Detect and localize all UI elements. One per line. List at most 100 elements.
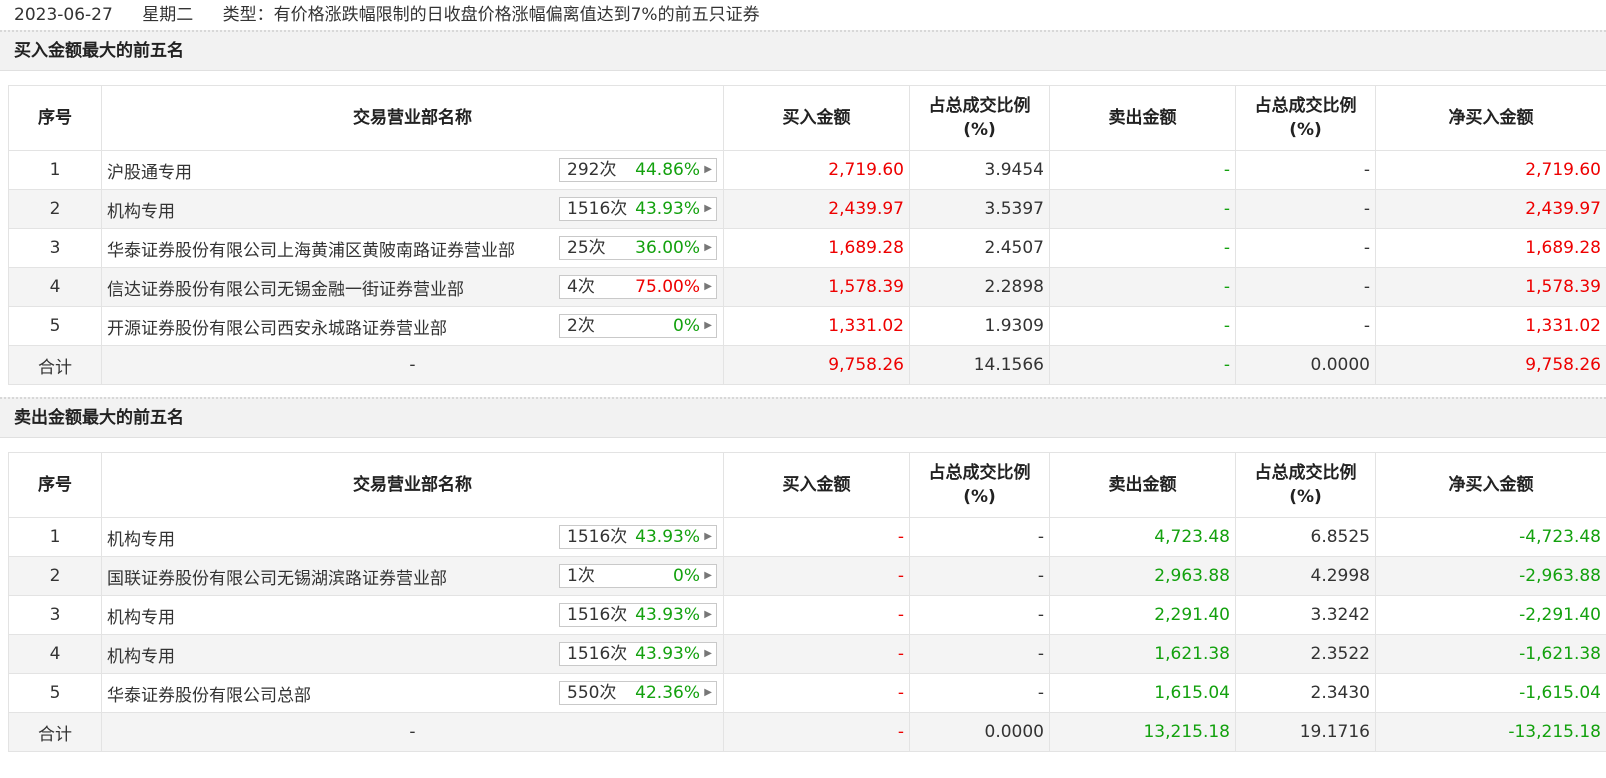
sell-ratio: 2.3522 — [1235, 634, 1376, 674]
buy-ratio: - — [909, 634, 1050, 674]
chevron-right-icon: ▶ — [704, 242, 712, 253]
branch-stats-badge[interactable]: 1516次 43.93% ▶ — [559, 603, 717, 627]
branch-stats-badge[interactable]: 292次 44.86% ▶ — [559, 158, 717, 182]
branch-name[interactable]: 国联证券股份有限公司无锡湖滨路证券营业部 — [107, 569, 447, 589]
branch-name-cell: 信达证券股份有限公司无锡金融一街证券营业部 4次 75.00% ▶ — [101, 267, 724, 307]
total-label: 合计 — [8, 712, 102, 752]
sell-amount: - — [1049, 267, 1236, 307]
branch-name-cell: 机构专用 1516次 43.93% ▶ — [101, 517, 724, 557]
header-line: 2023-06-27 星期二 类型：有价格涨跌幅限制的日收盘价格涨幅偏离值达到7… — [0, 0, 1606, 30]
buy-section-title: 买入金额最大的前五名 — [0, 30, 1606, 71]
row-index: 3 — [8, 595, 102, 635]
col-buy-amount: 买入金额 — [723, 85, 910, 151]
row-index: 5 — [8, 306, 102, 346]
branch-name-cell: 沪股通专用 292次 44.86% ▶ — [101, 150, 724, 190]
chevron-right-icon: ▶ — [704, 648, 712, 659]
sell-amount: 2,963.88 — [1049, 556, 1236, 596]
success-rate: 36.00% — [635, 238, 700, 258]
total-net-amount: 9,758.26 — [1375, 345, 1606, 385]
col-branch-name: 交易营业部名称 — [101, 452, 724, 518]
branch-stats-badge[interactable]: 2次 0% ▶ — [559, 314, 717, 338]
chevron-right-icon: ▶ — [704, 609, 712, 620]
branch-name-cell: 华泰证券股份有限公司总部 550次 42.36% ▶ — [101, 673, 724, 713]
buy-amount: 1,578.39 — [723, 267, 910, 307]
branch-name[interactable]: 开源证券股份有限公司西安永城路证券营业部 — [107, 319, 447, 339]
branch-name-cell: 机构专用 1516次 43.93% ▶ — [101, 634, 724, 674]
buy-ratio: - — [909, 517, 1050, 557]
buy-amount: 1,689.28 — [723, 228, 910, 268]
col-index: 序号 — [8, 85, 102, 151]
listing-count: 1516次 — [567, 644, 628, 664]
sell-section-title: 卖出金额最大的前五名 — [0, 397, 1606, 438]
branch-name-cell: 国联证券股份有限公司无锡湖滨路证券营业部 1次 0% ▶ — [101, 556, 724, 596]
listing-count: 1516次 — [567, 605, 628, 625]
buy-ratio: 3.9454 — [909, 150, 1050, 190]
total-sell-amount: 13,215.18 — [1049, 712, 1236, 752]
table-row: 2 机构专用 1516次 43.93% ▶ 2,439.97 3.5397- -2,439.9… — [8, 189, 1606, 229]
success-rate: 75.00% — [635, 277, 700, 297]
row-index: 5 — [8, 673, 102, 713]
net-amount: -4,723.48 — [1375, 517, 1606, 557]
branch-stats-badge[interactable]: 1516次 43.93% ▶ — [559, 642, 717, 666]
buy-ratio: - — [909, 556, 1050, 596]
table-row: 1 沪股通专用 292次 44.86% ▶ 2,719.60 3.9454- -2,719.6… — [8, 150, 1606, 190]
chevron-right-icon: ▶ — [704, 203, 712, 214]
total-label: 合计 — [8, 345, 102, 385]
col-index: 序号 — [8, 452, 102, 518]
branch-stats-badge[interactable]: 4次 75.00% ▶ — [559, 275, 717, 299]
net-amount: -2,291.40 — [1375, 595, 1606, 635]
branch-name[interactable]: 沪股通专用 — [107, 163, 192, 183]
sell-top5-table: 序号 交易营业部名称 买入金额 占总成交比例(%) 卖出金额 占总成交比例(%)… — [8, 452, 1606, 752]
row-index: 1 — [8, 517, 102, 557]
listing-count: 25次 — [567, 238, 606, 258]
total-sell-ratio: 19.1716 — [1235, 712, 1376, 752]
buy-ratio: 2.2898 — [909, 267, 1050, 307]
table-row: 4 信达证券股份有限公司无锡金融一街证券营业部 4次 75.00% ▶ 1,578.39 2… — [8, 267, 1606, 307]
buy-ratio: 2.4507 — [909, 228, 1050, 268]
total-row: 合计 -9,758.26 14.1566-0.0000 9,758.26 — [8, 345, 1606, 385]
total-row: 合计 - -0.0000 13,215.18 19.1716 -13,215.18 — [8, 712, 1606, 752]
total-buy-ratio: 0.0000 — [909, 712, 1050, 752]
success-rate: 43.93% — [635, 644, 700, 664]
sell-ratio: 2.3430 — [1235, 673, 1376, 713]
branch-name[interactable]: 机构专用 — [107, 647, 175, 667]
listing-count: 1516次 — [567, 527, 628, 547]
branch-name[interactable]: 机构专用 — [107, 530, 175, 550]
success-rate: 43.93% — [635, 527, 700, 547]
table-row: 3 华泰证券股份有限公司上海黄浦区黄陂南路证券营业部 25次 36.00% ▶ 1,689… — [8, 228, 1606, 268]
sell-ratio: - — [1235, 150, 1376, 190]
listing-count: 2次 — [567, 316, 595, 336]
sell-amount: - — [1049, 228, 1236, 268]
buy-amount: 2,439.97 — [723, 189, 910, 229]
row-index: 3 — [8, 228, 102, 268]
branch-name[interactable]: 信达证券股份有限公司无锡金融一街证券营业部 — [107, 280, 464, 300]
table-row: 1 机构专用 1516次 43.93% ▶ - -4,723.48 6.8525 -4,723.… — [8, 517, 1606, 557]
branch-stats-badge[interactable]: 1次 0% ▶ — [559, 564, 717, 588]
success-rate: 44.86% — [635, 160, 700, 180]
buy-ratio: 3.5397 — [909, 189, 1050, 229]
branch-stats-badge[interactable]: 1516次 43.93% ▶ — [559, 197, 717, 221]
branch-name[interactable]: 华泰证券股份有限公司上海黄浦区黄陂南路证券营业部 — [107, 241, 515, 261]
row-index: 1 — [8, 150, 102, 190]
branch-stats-badge[interactable]: 25次 36.00% ▶ — [559, 236, 717, 260]
col-buy-amount: 买入金额 — [723, 452, 910, 518]
branch-name[interactable]: 机构专用 — [107, 202, 175, 222]
trade-date: 2023-06-27 — [14, 5, 113, 25]
sell-ratio: 4.2998 — [1235, 556, 1376, 596]
branch-name[interactable]: 机构专用 — [107, 608, 175, 628]
listing-count: 292次 — [567, 160, 617, 180]
branch-stats-badge[interactable]: 550次 42.36% ▶ — [559, 681, 717, 705]
col-net-amount: 净买入金额 — [1375, 452, 1606, 518]
branch-name[interactable]: 华泰证券股份有限公司总部 — [107, 686, 311, 706]
sell-amount: 4,723.48 — [1049, 517, 1236, 557]
col-sell-amount: 卖出金额 — [1049, 85, 1236, 151]
net-amount: 1,689.28 — [1375, 228, 1606, 268]
chevron-right-icon: ▶ — [704, 531, 712, 542]
table-row: 5 华泰证券股份有限公司总部 550次 42.36% ▶ - -1,615.04 2.3430… — [8, 673, 1606, 713]
buy-amount: - — [723, 634, 910, 674]
total-sell-ratio: 0.0000 — [1235, 345, 1376, 385]
col-branch-name: 交易营业部名称 — [101, 85, 724, 151]
row-index: 4 — [8, 634, 102, 674]
buy-amount: 1,331.02 — [723, 306, 910, 346]
branch-stats-badge[interactable]: 1516次 43.93% ▶ — [559, 525, 717, 549]
